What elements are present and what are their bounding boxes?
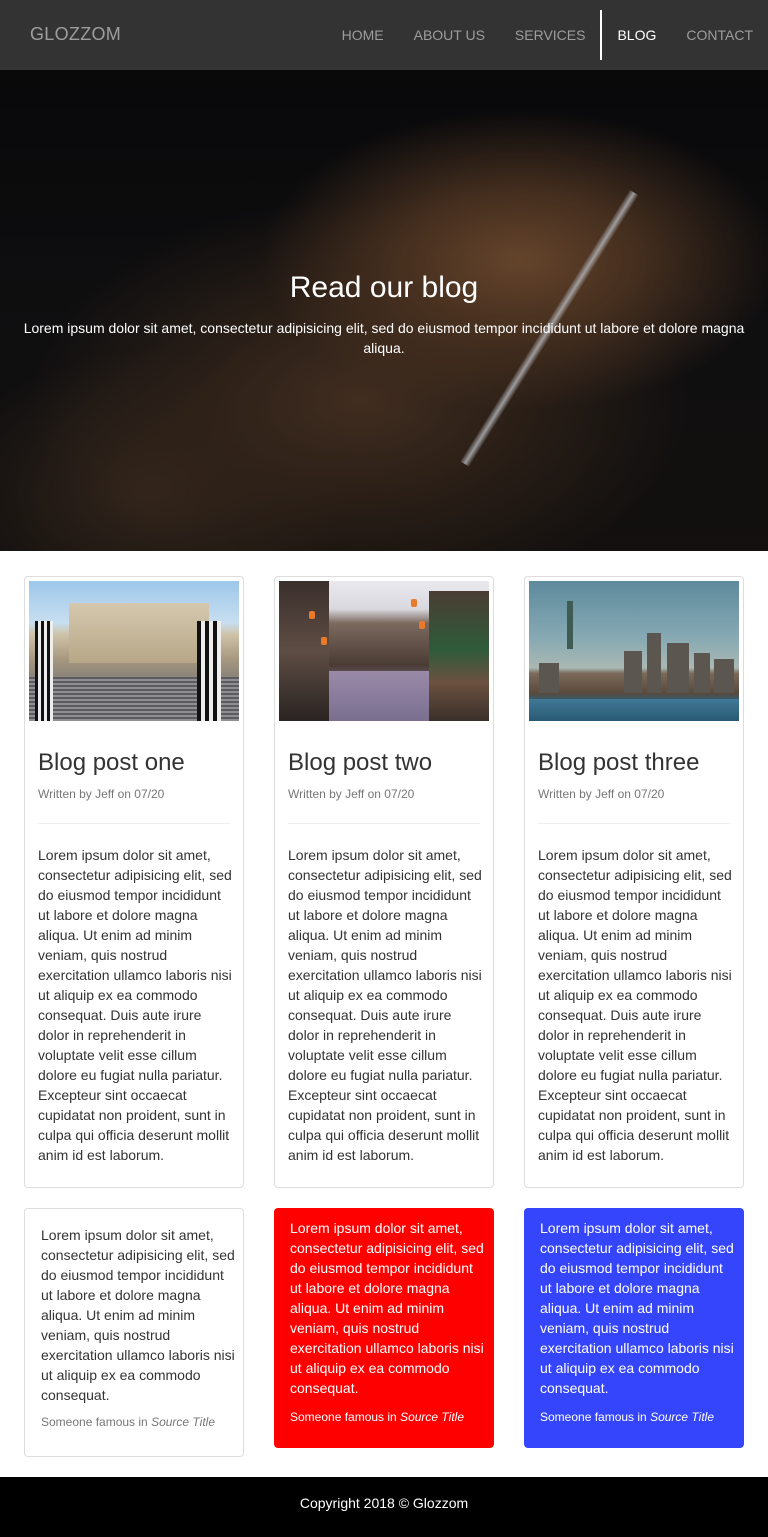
thumbnail-tower	[647, 633, 661, 693]
blog-thumbnail-street[interactable]	[279, 581, 489, 721]
quote-source: Source Title	[650, 1410, 714, 1424]
quote-text: Lorem ipsum dolor sit amet, consectetur …	[41, 1227, 235, 1403]
blog-card-one: Blog post one Written by Jeff on 07/20 L…	[24, 576, 244, 1188]
quote-source: Source Title	[400, 1410, 464, 1424]
blog-post-title[interactable]: Blog post three	[538, 749, 699, 777]
page-footer: Copyright 2018 © Glozzom	[0, 1477, 768, 1537]
nav-item-about-us[interactable]: ABOUT US	[399, 0, 500, 70]
thumbnail-tower	[624, 651, 642, 693]
blog-post-byline: Written by Jeff on 07/20	[538, 787, 665, 801]
blog-post-byline: Written by Jeff on 07/20	[38, 787, 165, 801]
blog-thumbnail-paris[interactable]	[29, 581, 239, 721]
quote-card-red: Lorem ipsum dolor sit amet, consectetur …	[274, 1208, 494, 1448]
thumbnail-lantern	[419, 621, 425, 629]
thumbnail-street	[329, 671, 429, 721]
thumbnail-column	[35, 621, 53, 721]
quote-source: Source Title	[151, 1415, 215, 1429]
quote-author: Someone famous in	[41, 1415, 148, 1429]
brand-logo[interactable]: GLOZZOM	[30, 24, 121, 45]
blog-post-body: Lorem ipsum dolor sit amet, consectetur …	[538, 847, 732, 1163]
blog-post-body: Lorem ipsum dolor sit amet, consectetur …	[38, 847, 232, 1163]
thumbnail-column	[197, 621, 221, 721]
thumbnail-lantern	[321, 637, 327, 645]
card-divider	[38, 823, 230, 824]
quote-author: Someone famous in	[290, 1410, 397, 1424]
quote-author: Someone famous in	[540, 1410, 647, 1424]
thumbnail-building-right	[429, 591, 489, 721]
hero-banner: Read our blog Lorem ipsum dolor sit amet…	[0, 70, 768, 551]
nav-item-blog[interactable]: BLOG	[600, 10, 671, 60]
hero-text: Lorem ipsum dolor sit amet, consectetur …	[23, 320, 745, 356]
quote-footer: Someone famous in Source Title	[290, 1410, 464, 1424]
blog-post-byline: Written by Jeff on 07/20	[288, 787, 415, 801]
blog-card-three: Blog post three Written by Jeff on 07/20…	[524, 576, 744, 1188]
copyright-text: Copyright 2018 © Glozzom	[299, 1495, 469, 1511]
quote-footer: Someone famous in Source Title	[540, 1410, 714, 1424]
navbar: GLOZZOM HOME ABOUT US SERVICES BLOG CONT…	[0, 0, 768, 70]
blog-post-title[interactable]: Blog post one	[38, 749, 185, 777]
nav-item-services[interactable]: SERVICES	[500, 0, 601, 70]
thumbnail-lantern	[411, 599, 417, 607]
thumbnail-water	[529, 699, 739, 721]
thumbnail-tower	[694, 653, 710, 693]
quote-text: Lorem ipsum dolor sit amet, consectetur …	[290, 1220, 484, 1396]
nav-item-home[interactable]: HOME	[327, 0, 399, 70]
blog-thumbnail-skyline[interactable]	[529, 581, 739, 721]
quote-card-white: Lorem ipsum dolor sit amet, consectetur …	[24, 1208, 244, 1457]
hero-title: Read our blog	[289, 271, 479, 304]
nav-menu: HOME ABOUT US SERVICES BLOG CONTACT	[327, 0, 768, 70]
blog-post-title[interactable]: Blog post two	[288, 749, 432, 777]
quote-footer: Someone famous in Source Title	[41, 1415, 215, 1429]
blog-card-two: Blog post two Written by Jeff on 07/20 L…	[274, 576, 494, 1188]
thumbnail-statue	[567, 601, 573, 649]
blog-post-body: Lorem ipsum dolor sit amet, consectetur …	[288, 847, 482, 1163]
thumbnail-lantern	[309, 611, 315, 619]
hero-overlay	[0, 70, 768, 551]
quote-text: Lorem ipsum dolor sit amet, consectetur …	[540, 1220, 734, 1396]
thumbnail-tower	[714, 659, 734, 693]
thumbnail-building-left	[279, 581, 329, 721]
quote-card-blue: Lorem ipsum dolor sit amet, consectetur …	[524, 1208, 744, 1448]
thumbnail-building	[69, 603, 209, 663]
thumbnail-tower	[667, 643, 689, 693]
nav-item-contact[interactable]: CONTACT	[671, 0, 768, 70]
thumbnail-tower	[539, 663, 559, 693]
card-divider	[538, 823, 730, 824]
card-divider	[288, 823, 480, 824]
